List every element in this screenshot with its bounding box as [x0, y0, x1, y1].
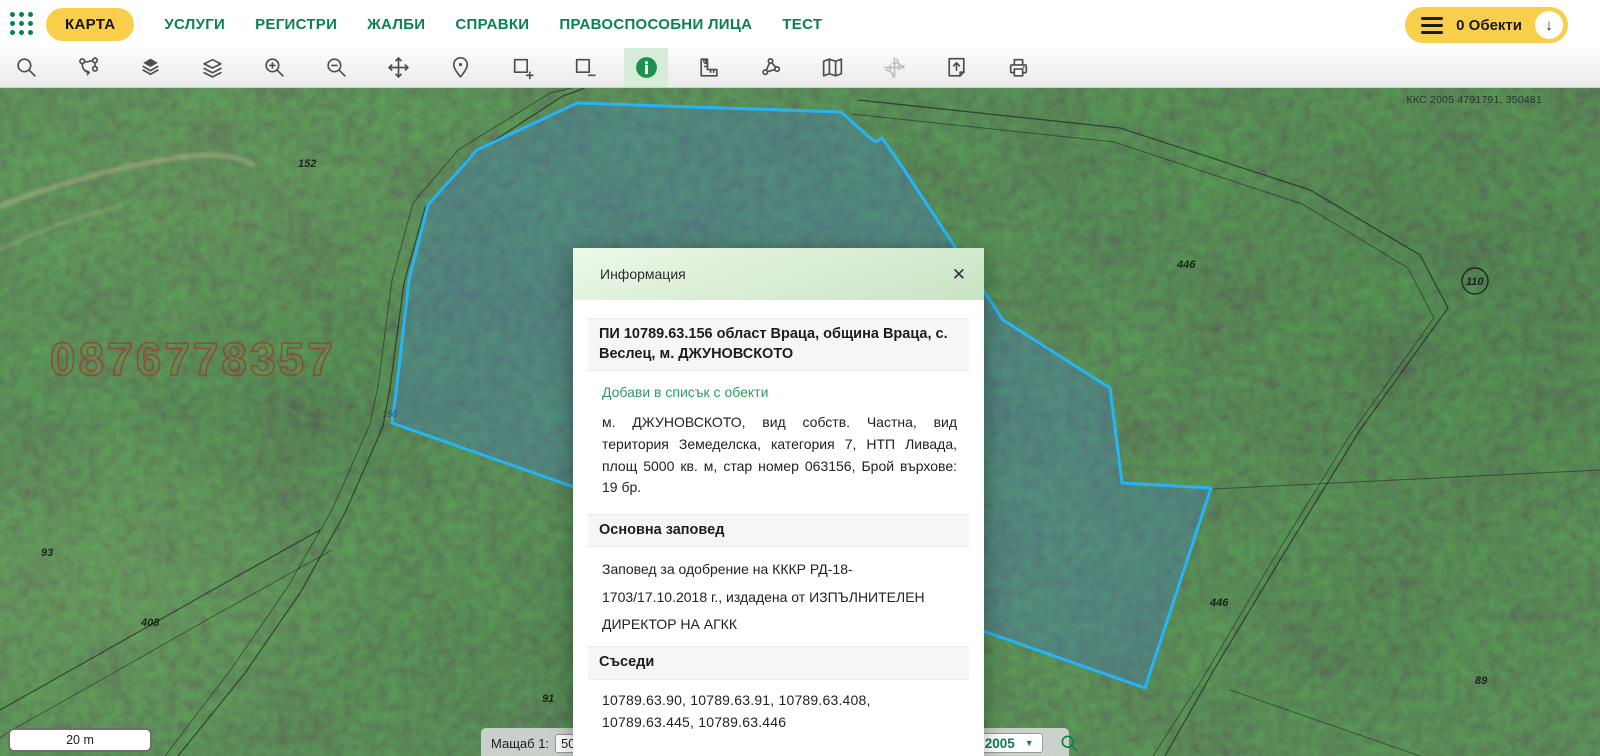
- scale-bar: 20 m: [8, 728, 152, 752]
- map-toolbar: [0, 48, 1600, 88]
- map-icon: [820, 55, 845, 80]
- map-canvas[interactable]: 152 446 110 93 408 156 91 446 89 0876778…: [0, 88, 1600, 756]
- tool-select-rect-remove[interactable]: [562, 48, 606, 87]
- search-icon: [1059, 733, 1079, 753]
- collapse-arrow-button[interactable]: ↓: [1535, 11, 1563, 39]
- tool-map-sheets[interactable]: [810, 48, 854, 87]
- top-nav: КАРТА УСЛУГИ РЕГИСТРИ ЖАЛБИ СПРАВКИ ПРАВ…: [0, 0, 1600, 48]
- tool-base-layers[interactable]: [128, 48, 172, 87]
- nav-item-spravki[interactable]: СПРАВКИ: [455, 16, 529, 33]
- objects-list-pill[interactable]: 0 Обекти ↓: [1405, 7, 1568, 43]
- section-title-order: Основна заповед: [588, 514, 969, 548]
- parcel-label: 446: [1209, 597, 1229, 609]
- main-menu: КАРТА УСЛУГИ РЕГИСТРИ ЖАЛБИ СПРАВКИ ПРАВ…: [46, 8, 822, 41]
- nav-item-registri[interactable]: РЕГИСТРИ: [255, 16, 337, 33]
- tool-object-relations[interactable]: [66, 48, 110, 87]
- zoom-in-icon: [262, 55, 287, 80]
- app-grid-icon[interactable]: [10, 12, 34, 36]
- coordinate-search-button[interactable]: [1059, 733, 1079, 753]
- parcel-label: 446: [1176, 259, 1196, 271]
- add-to-objects-link[interactable]: Добави в списък с обекти: [602, 384, 768, 400]
- tool-zoom-in[interactable]: [252, 48, 296, 87]
- search-icon: [14, 55, 39, 80]
- ruler-icon: [696, 55, 721, 80]
- parcel-label: 91: [542, 693, 554, 705]
- tool-measure-area[interactable]: [748, 48, 792, 87]
- tool-measure-distance[interactable]: [686, 48, 730, 87]
- parcel-label: 152: [298, 158, 316, 170]
- nav-item-zhalbi[interactable]: ЖАЛБИ: [367, 16, 425, 33]
- tool-layers[interactable]: [190, 48, 234, 87]
- measure-area-icon: [758, 55, 783, 80]
- tool-print[interactable]: [996, 48, 1040, 87]
- nav-item-uslugi[interactable]: УСЛУГИ: [164, 16, 225, 33]
- parcel-label: 89: [1475, 675, 1488, 687]
- menu-icon: [1421, 17, 1443, 34]
- scale-bar-label: 20 m: [66, 733, 94, 747]
- parcel-label: 408: [140, 617, 160, 629]
- info-popup: Информация ✕ ПИ 10789.63.156 област Врац…: [573, 248, 984, 756]
- zoom-out-icon: [324, 55, 349, 80]
- popup-title: Информация: [600, 266, 686, 282]
- tool-coordinate-grid: [872, 48, 916, 87]
- tool-info[interactable]: [624, 48, 668, 87]
- neighbors-text: 10789.63.90, 10789.63.91, 10789.63.408, …: [602, 689, 957, 734]
- order-text: Заповед за одобрение на КККР РД-18-1703/…: [602, 556, 957, 638]
- select-rect-remove-icon: [572, 55, 597, 80]
- chevron-down-icon: ▼: [1025, 738, 1034, 748]
- parcel-details-text: м. ДЖУНОВСКОТО, вид собств. Частна, вид …: [602, 412, 957, 499]
- parcel-label: 93: [41, 547, 53, 559]
- relations-icon: [76, 55, 101, 80]
- location-pin-icon: [448, 55, 473, 80]
- tool-export[interactable]: [934, 48, 978, 87]
- tool-select-rect-add[interactable]: [500, 48, 544, 87]
- survey-point-label: 110: [1466, 276, 1484, 288]
- section-title-neighbors: Съседи: [588, 646, 969, 680]
- export-icon: [944, 55, 969, 80]
- tool-go-to-point[interactable]: [438, 48, 482, 87]
- select-rect-add-icon: [510, 55, 535, 80]
- nav-item-test[interactable]: ТЕСТ: [782, 16, 822, 33]
- watermark-text: 0876778357: [50, 333, 336, 385]
- tool-zoom-out[interactable]: [314, 48, 358, 87]
- info-popup-header: Информация ✕: [573, 248, 984, 300]
- pan-icon: [386, 55, 411, 80]
- info-icon: [634, 55, 659, 80]
- objects-count-label: 0 Обекти: [1456, 17, 1522, 34]
- close-icon[interactable]: ✕: [948, 262, 970, 287]
- scale-label: Мащаб 1:: [491, 736, 549, 751]
- info-popup-body: ПИ 10789.63.156 област Враца, община Вра…: [573, 300, 984, 756]
- nav-item-karta[interactable]: КАРТА: [46, 8, 134, 41]
- nav-item-pravosposobni-litsa[interactable]: ПРАВОСПОСОБНИ ЛИЦА: [559, 16, 752, 33]
- tool-search[interactable]: [4, 48, 48, 87]
- parcel-label: 156: [382, 409, 397, 419]
- corner-coordinates: ККС 2005 4791791, 350481: [1407, 94, 1542, 106]
- parcel-heading: ПИ 10789.63.156 област Враца, община Вра…: [588, 318, 969, 371]
- layers-icon: [200, 55, 225, 80]
- base-layers-icon: [138, 55, 163, 80]
- coordinate-grid-icon: [882, 55, 907, 80]
- print-icon: [1006, 55, 1031, 80]
- tool-pan[interactable]: [376, 48, 420, 87]
